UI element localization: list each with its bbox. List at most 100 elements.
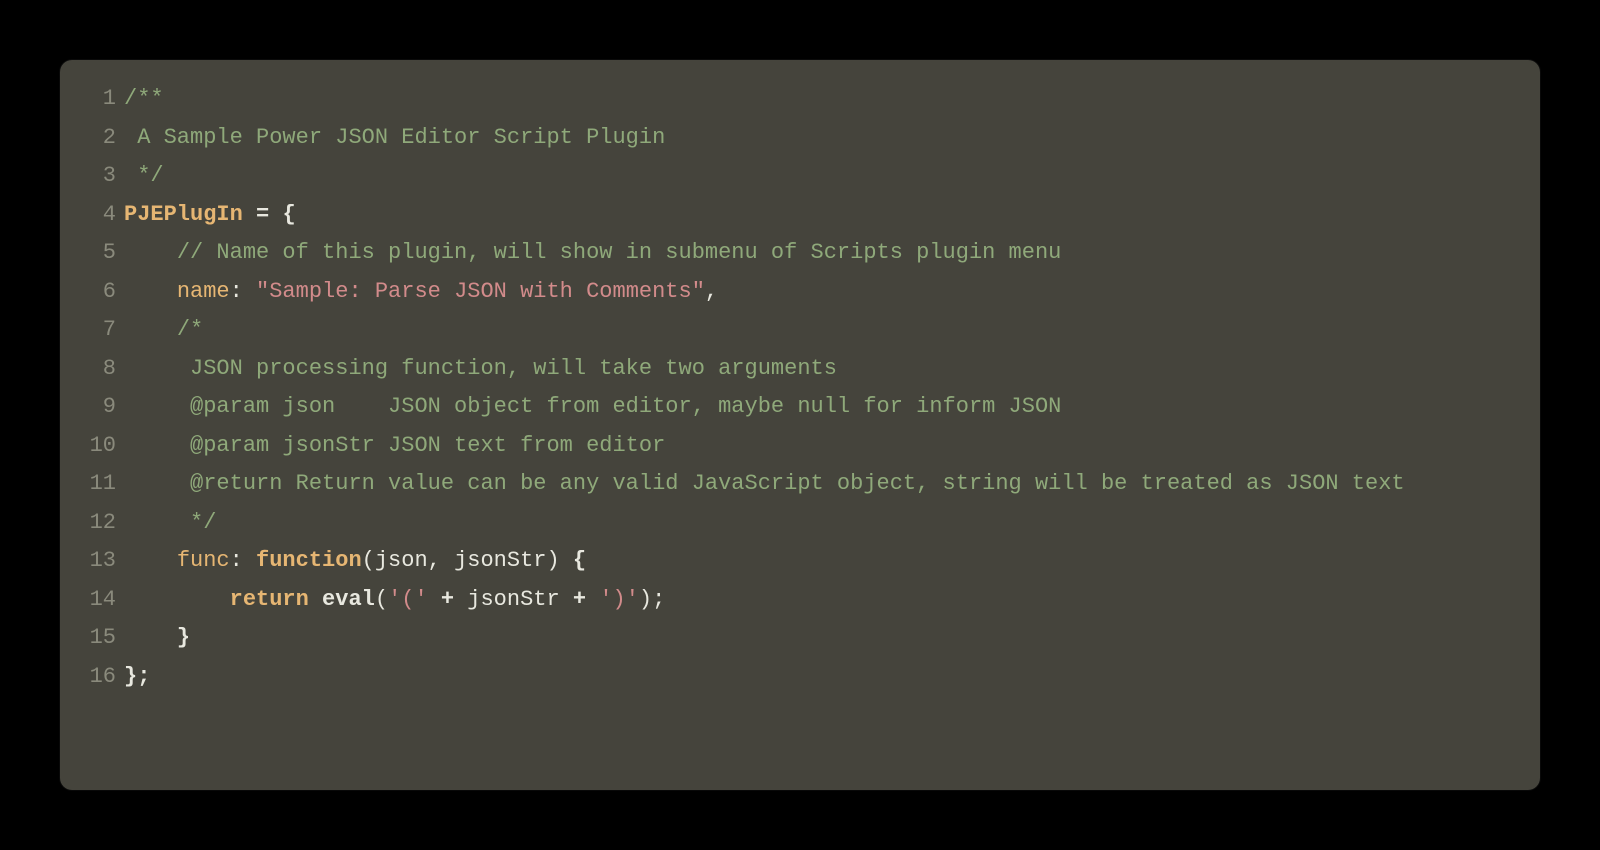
line-number: 13 bbox=[84, 542, 122, 581]
line-content[interactable]: @param json JSON object from editor, may… bbox=[122, 388, 1516, 427]
token-kw: function bbox=[256, 548, 362, 573]
token-plain bbox=[309, 587, 322, 612]
line-number: 1 bbox=[84, 80, 122, 119]
token-plain bbox=[269, 202, 282, 227]
line-number: 11 bbox=[84, 465, 122, 504]
token-comment: @param jsonStr JSON text from editor bbox=[177, 433, 665, 458]
token-plain bbox=[124, 510, 177, 535]
token-kw: return bbox=[230, 587, 309, 612]
token-comment: /* bbox=[177, 317, 203, 342]
line-content[interactable]: */ bbox=[122, 504, 1516, 543]
token-plain bbox=[124, 433, 177, 458]
code-editor-panel[interactable]: 1/**2 A Sample Power JSON Editor Script … bbox=[60, 60, 1540, 790]
code-line[interactable]: 9 @param json JSON object from editor, m… bbox=[84, 388, 1516, 427]
code-line[interactable]: 1/** bbox=[84, 80, 1516, 119]
token-plain bbox=[124, 240, 177, 265]
line-number: 4 bbox=[84, 196, 122, 235]
line-content[interactable]: return eval('(' + jsonStr + ')'); bbox=[122, 581, 1516, 620]
line-number: 15 bbox=[84, 619, 122, 658]
token-ident: PJEPlugIn bbox=[124, 202, 243, 227]
token-comment: // Name of this plugin, will show in sub… bbox=[177, 240, 1062, 265]
token-plain bbox=[124, 587, 230, 612]
token-plain bbox=[428, 587, 441, 612]
token-comment: A Sample Power JSON Editor Script Plugin bbox=[124, 125, 665, 150]
line-content[interactable]: func: function(json, jsonStr) { bbox=[122, 542, 1516, 581]
token-plain bbox=[124, 317, 177, 342]
line-content[interactable]: A Sample Power JSON Editor Script Plugin bbox=[122, 119, 1516, 158]
token-comment: JSON processing function, will take two … bbox=[177, 356, 837, 381]
token-plain: : bbox=[230, 279, 256, 304]
token-comment: @return Return value can be any valid Ja… bbox=[177, 471, 1405, 496]
code-line[interactable]: 5 // Name of this plugin, will show in s… bbox=[84, 234, 1516, 273]
token-plain: ( bbox=[362, 548, 375, 573]
token-plain: ); bbox=[639, 587, 665, 612]
line-content[interactable]: } bbox=[122, 619, 1516, 658]
token-plain bbox=[124, 471, 177, 496]
token-punc: { bbox=[282, 202, 295, 227]
token-plain bbox=[124, 394, 177, 419]
code-line[interactable]: 3 */ bbox=[84, 157, 1516, 196]
token-string: '(' bbox=[388, 587, 428, 612]
token-comment: /** bbox=[124, 86, 164, 111]
token-op: = bbox=[256, 202, 269, 227]
token-plain bbox=[586, 587, 599, 612]
code-line[interactable]: 13 func: function(json, jsonStr) { bbox=[84, 542, 1516, 581]
token-punc: { bbox=[573, 548, 586, 573]
token-param: json bbox=[375, 548, 428, 573]
token-op: + bbox=[441, 587, 454, 612]
token-fn: eval bbox=[322, 587, 375, 612]
line-number: 14 bbox=[84, 581, 122, 620]
token-plain: : bbox=[230, 548, 256, 573]
token-param: jsonStr bbox=[454, 548, 546, 573]
token-plain bbox=[124, 356, 177, 381]
token-plain: jsonStr bbox=[454, 587, 573, 612]
line-number: 3 bbox=[84, 157, 122, 196]
line-number: 16 bbox=[84, 658, 122, 697]
token-string: ')' bbox=[599, 587, 639, 612]
token-punc: }; bbox=[124, 664, 150, 689]
code-line[interactable]: 15 } bbox=[84, 619, 1516, 658]
line-number: 12 bbox=[84, 504, 122, 543]
code-line[interactable]: 6 name: "Sample: Parse JSON with Comment… bbox=[84, 273, 1516, 312]
token-key: name bbox=[177, 279, 230, 304]
token-plain bbox=[243, 202, 256, 227]
line-content[interactable]: /** bbox=[122, 80, 1516, 119]
line-content[interactable]: JSON processing function, will take two … bbox=[122, 350, 1516, 389]
code-line[interactable]: 4PJEPlugIn = { bbox=[84, 196, 1516, 235]
token-comment: @param json JSON object from editor, may… bbox=[177, 394, 1062, 419]
code-line[interactable]: 14 return eval('(' + jsonStr + ')'); bbox=[84, 581, 1516, 620]
line-content[interactable]: /* bbox=[122, 311, 1516, 350]
token-plain: ) bbox=[547, 548, 573, 573]
line-number: 7 bbox=[84, 311, 122, 350]
token-plain: ( bbox=[375, 587, 388, 612]
line-content[interactable]: */ bbox=[122, 157, 1516, 196]
line-number: 10 bbox=[84, 427, 122, 466]
line-number: 9 bbox=[84, 388, 122, 427]
code-line[interactable]: 11 @return Return value can be any valid… bbox=[84, 465, 1516, 504]
line-number: 5 bbox=[84, 234, 122, 273]
code-line[interactable]: 2 A Sample Power JSON Editor Script Plug… bbox=[84, 119, 1516, 158]
code-line[interactable]: 16}; bbox=[84, 658, 1516, 697]
token-string: "Sample: Parse JSON with Comments" bbox=[256, 279, 705, 304]
token-plain bbox=[124, 279, 177, 304]
token-plain: , bbox=[705, 279, 718, 304]
code-line[interactable]: 10 @param jsonStr JSON text from editor bbox=[84, 427, 1516, 466]
token-op: + bbox=[573, 587, 586, 612]
line-content[interactable]: }; bbox=[122, 658, 1516, 697]
code-line[interactable]: 7 /* bbox=[84, 311, 1516, 350]
token-plain bbox=[124, 625, 177, 650]
line-number: 2 bbox=[84, 119, 122, 158]
token-plain: , bbox=[428, 548, 454, 573]
code-line[interactable]: 8 JSON processing function, will take tw… bbox=[84, 350, 1516, 389]
line-content[interactable]: // Name of this plugin, will show in sub… bbox=[122, 234, 1516, 273]
line-content[interactable]: name: "Sample: Parse JSON with Comments"… bbox=[122, 273, 1516, 312]
line-content[interactable]: PJEPlugIn = { bbox=[122, 196, 1516, 235]
token-plain bbox=[124, 548, 177, 573]
code-line[interactable]: 12 */ bbox=[84, 504, 1516, 543]
line-content[interactable]: @return Return value can be any valid Ja… bbox=[122, 465, 1516, 504]
line-number: 6 bbox=[84, 273, 122, 312]
token-punc: } bbox=[177, 625, 190, 650]
line-number: 8 bbox=[84, 350, 122, 389]
code-block[interactable]: 1/**2 A Sample Power JSON Editor Script … bbox=[84, 80, 1516, 696]
line-content[interactable]: @param jsonStr JSON text from editor bbox=[122, 427, 1516, 466]
